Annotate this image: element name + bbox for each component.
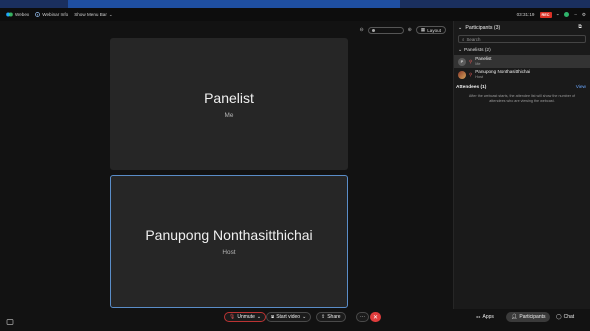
top-band-right (400, 0, 590, 8)
participants-panel-header: ⌄ Participants (3) ⧉ (454, 21, 590, 34)
webinar-info-label: Webinar Info (42, 12, 69, 17)
apps-button[interactable]: ⚏ Apps (476, 312, 494, 322)
tile-role: Host (222, 249, 236, 256)
layout-label: Layout (427, 27, 441, 33)
start-video-button[interactable]: ⧈ Start video ⌄ (266, 312, 312, 322)
chevron-down-icon: ⌄ (458, 48, 463, 53)
attendees-header: Attendees (1) (456, 85, 487, 90)
avatar: P (458, 57, 466, 66)
captions-icon[interactable] (6, 313, 14, 325)
recording-badge: REC (539, 11, 552, 18)
panel-title: Participants (3) (465, 24, 501, 31)
muted-mic-icon: ⚲ (469, 58, 473, 64)
view-attendees-link[interactable]: View (576, 85, 586, 90)
leave-button[interactable]: ✕ (370, 312, 381, 322)
chevron-down-icon[interactable]: ⌄ (302, 314, 306, 320)
panelists-header: Panelists (2) (464, 48, 491, 53)
tile-name: Panelist (204, 89, 254, 106)
participants-label: Participants (519, 314, 546, 320)
participants-panel: ⌄ Participants (3) ⧉ ⌕ Search ⌄ Panelist… (453, 21, 590, 309)
apps-label: Apps (482, 314, 494, 320)
top-band-left (0, 0, 68, 8)
video-off-icon: ⧈ (271, 314, 275, 320)
apps-icon: ⚏ (476, 314, 481, 320)
zoom-in-icon[interactable]: ⊕ (408, 27, 412, 33)
webinar-info-menu[interactable]: Webinar Info (35, 12, 68, 17)
layout-button[interactable]: ▦ Layout (415, 26, 446, 34)
participant-row[interactable]: P ⚲ Panelist Me (454, 55, 590, 68)
unmute-button[interactable]: 🎙︎ Unmute ⌄ (224, 312, 267, 322)
network-icon: ⌁ (556, 11, 560, 17)
more-options-button[interactable]: ··· (356, 312, 369, 322)
share-icon: ⇪ (321, 314, 326, 320)
webex-icon (6, 12, 13, 17)
chat-button[interactable]: ◯ Chat (556, 312, 574, 322)
participant-role: Me (475, 61, 481, 66)
participants-button[interactable]: 👤︎ Participants (506, 312, 551, 322)
webex-logo[interactable]: Webex (6, 12, 29, 17)
chat-label: Chat (563, 314, 575, 320)
unmute-label: Unmute (237, 314, 255, 320)
minimize-icon[interactable]: – (574, 12, 577, 17)
video-tile-panelist[interactable]: Panelist Me (110, 38, 348, 170)
popout-icon[interactable]: ⧉ (578, 24, 582, 31)
zoom-out-icon[interactable]: ⊖ (359, 27, 363, 33)
search-placeholder: Search (466, 36, 481, 42)
participant-role: Host (475, 74, 484, 79)
title-bar: Webex Webinar Info Show Menu Bar ⌄ 03:31… (0, 8, 590, 21)
status-dot-icon (564, 12, 570, 17)
chevron-down-icon[interactable]: ⌄ (458, 25, 462, 31)
chevron-down-icon[interactable]: ⌄ (257, 314, 261, 320)
share-button[interactable]: ⇪ Share (316, 312, 346, 322)
participants-icon: 👤︎ (511, 314, 518, 320)
muted-mic-icon: ⚲ (469, 71, 473, 77)
info-icon (35, 12, 41, 17)
share-label: Share (327, 314, 341, 320)
video-tile-host[interactable]: Panupong Nonthasitthichai Host (110, 175, 348, 308)
show-menu-bar-button[interactable]: Show Menu Bar ⌄ (74, 12, 113, 18)
show-menu-bar-label: Show Menu Bar (74, 12, 107, 17)
participant-row[interactable]: ⚲ Panupong Nonthasitthichai Host (454, 68, 590, 81)
app-name: Webex (15, 12, 30, 17)
chevron-down-icon: ⌄ (108, 11, 113, 17)
top-border-band (0, 0, 590, 8)
more-icon: ··· (360, 314, 365, 320)
close-icon: ✕ (372, 314, 379, 321)
search-icon: ⌕ (462, 36, 465, 42)
attendees-header-row: Attendees (1) View (454, 81, 590, 90)
muted-mic-icon: 🎙︎ (229, 314, 236, 320)
tile-name: Panupong Nonthasitthichai (145, 227, 313, 243)
panelists-section-header[interactable]: ⌄ Panelists (2) (454, 44, 590, 55)
participant-search-input[interactable]: ⌕ Search (458, 35, 586, 43)
avatar (458, 70, 466, 79)
settings-icon[interactable]: ⚙ (582, 12, 586, 18)
attendees-note: After the webcast starts, the attendee l… (468, 94, 576, 103)
chat-icon: ◯ (556, 314, 562, 320)
layout-icon: ▦ (420, 27, 426, 32)
start-video-label: Start video (276, 314, 301, 320)
tile-role: Me (224, 111, 234, 119)
meeting-timer: 03:31:19 (516, 12, 535, 17)
zoom-slider[interactable] (367, 26, 404, 34)
